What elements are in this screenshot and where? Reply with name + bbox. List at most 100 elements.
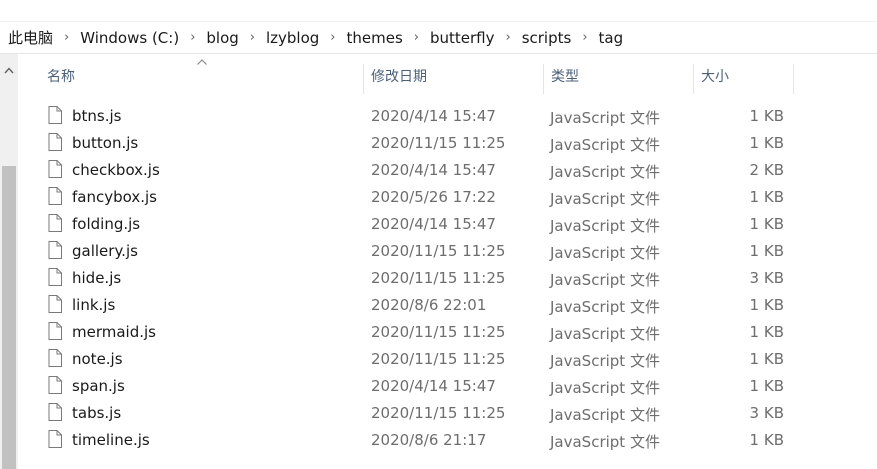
file-type: JavaScript 文件	[550, 244, 660, 262]
file-size: 1 KB	[749, 323, 784, 341]
file-row[interactable]: folding.js 2020/4/14 15:47 JavaScript 文件 1 …	[18, 211, 877, 238]
column-header-date-label: 修改日期	[371, 69, 427, 85]
file-row[interactable]: checkbox.js 2020/4/14 15:47 JavaScript 文件 2…	[18, 157, 877, 184]
column-divider[interactable]	[543, 64, 544, 94]
file-row[interactable]: span.js 2020/4/14 15:47 JavaScript 文件 1 KB	[18, 373, 877, 400]
file-name[interactable]: mermaid.js	[72, 323, 156, 341]
file-name[interactable]: checkbox.js	[72, 161, 160, 179]
file-name[interactable]: tabs.js	[72, 404, 121, 422]
chevron-right-icon[interactable]: ›	[497, 30, 520, 45]
column-header-type[interactable]: 类型	[551, 54, 579, 98]
column-divider[interactable]	[363, 64, 364, 94]
column-divider[interactable]	[693, 64, 694, 94]
file-name[interactable]: hide.js	[72, 269, 121, 287]
file-row[interactable]: tabs.js 2020/11/15 11:25 JavaScript 文件 3 KB	[18, 400, 877, 427]
scrollbar-thumb[interactable]	[2, 166, 16, 469]
file-row[interactable]: fancybox.js 2020/5/26 17:22 JavaScript 文件 1…	[18, 184, 877, 211]
column-header-size-label: 大小	[701, 69, 729, 85]
file-icon	[48, 214, 62, 232]
breadcrumb-item[interactable]: themes	[345, 29, 405, 47]
file-name[interactable]: folding.js	[72, 215, 140, 233]
file-type: JavaScript 文件	[550, 406, 660, 424]
file-row[interactable]: hide.js 2020/11/15 11:25 JavaScript 文件 3 KB	[18, 265, 877, 292]
file-size: 1 KB	[749, 188, 784, 206]
file-row[interactable]: note.js 2020/11/15 11:25 JavaScript 文件 1 KB	[18, 346, 877, 373]
file-date: 2020/11/15 11:25	[371, 350, 506, 368]
file-type: JavaScript 文件	[550, 433, 660, 451]
file-row[interactable]: button.js 2020/11/15 11:25 JavaScript 文件 1 …	[18, 130, 877, 157]
file-type: JavaScript 文件	[550, 136, 660, 154]
file-icon	[48, 349, 62, 367]
file-icon	[48, 295, 62, 313]
chevron-right-icon[interactable]: ›	[55, 30, 78, 45]
breadcrumb-item[interactable]: scripts	[520, 29, 574, 47]
breadcrumb-item[interactable]: 此电脑	[6, 27, 55, 48]
file-name[interactable]: button.js	[72, 134, 138, 152]
file-name[interactable]: btns.js	[72, 107, 121, 125]
column-header-name[interactable]: 名称	[47, 54, 75, 98]
column-header-date[interactable]: 修改日期	[371, 54, 427, 98]
file-date: 2020/11/15 11:25	[371, 404, 506, 422]
file-icon	[48, 322, 62, 340]
file-size: 1 KB	[749, 350, 784, 368]
file-size: 3 KB	[749, 404, 784, 422]
file-size: 1 KB	[749, 242, 784, 260]
file-type: JavaScript 文件	[550, 352, 660, 370]
file-size: 1 KB	[749, 377, 784, 395]
file-date: 2020/4/14 15:47	[371, 107, 496, 125]
file-type: JavaScript 文件	[550, 163, 660, 181]
column-divider[interactable]	[793, 64, 794, 94]
file-type: JavaScript 文件	[550, 217, 660, 235]
file-type: JavaScript 文件	[550, 379, 660, 397]
file-type: JavaScript 文件	[550, 190, 660, 208]
file-name[interactable]: span.js	[72, 377, 125, 395]
file-size: 1 KB	[749, 431, 784, 449]
breadcrumb-item[interactable]: Windows (C:)	[78, 29, 181, 47]
file-name[interactable]: timeline.js	[72, 431, 150, 449]
file-name[interactable]: link.js	[72, 296, 115, 314]
chevron-right-icon[interactable]: ›	[241, 30, 264, 45]
column-header-row: 名称 修改日期 类型 大小	[18, 54, 877, 98]
file-size: 1 KB	[749, 215, 784, 233]
file-size: 1 KB	[749, 296, 784, 314]
file-type: JavaScript 文件	[550, 298, 660, 316]
chevron-right-icon[interactable]: ›	[181, 30, 204, 45]
breadcrumb-item[interactable]: blog	[204, 29, 240, 47]
file-row[interactable]: timeline.js 2020/8/6 21:17 JavaScript 文件 1 …	[18, 427, 877, 454]
file-date: 2020/4/14 15:47	[371, 377, 496, 395]
breadcrumb-item[interactable]: lzyblog	[264, 29, 321, 47]
file-row[interactable]: btns.js 2020/4/14 15:47 JavaScript 文件 1 KB	[18, 103, 877, 130]
file-name[interactable]: gallery.js	[72, 242, 138, 260]
top-strip	[0, 0, 877, 22]
column-header-size[interactable]: 大小	[701, 54, 729, 98]
chevron-right-icon[interactable]: ›	[405, 30, 428, 45]
file-name[interactable]: note.js	[72, 350, 123, 368]
file-date: 2020/11/15 11:25	[371, 242, 506, 260]
sort-ascending-icon	[197, 59, 207, 65]
chevron-right-icon[interactable]: ›	[573, 30, 596, 45]
file-type: JavaScript 文件	[550, 109, 660, 127]
file-date: 2020/11/15 11:25	[371, 269, 506, 287]
chevron-right-icon[interactable]: ›	[321, 30, 344, 45]
file-icon	[48, 133, 62, 151]
file-list: btns.js 2020/4/14 15:47 JavaScript 文件 1 KB b…	[18, 103, 877, 454]
vertical-scrollbar[interactable]	[0, 54, 18, 469]
file-date: 2020/11/15 11:25	[371, 134, 506, 152]
file-icon	[48, 268, 62, 286]
file-type: JavaScript 文件	[550, 325, 660, 343]
file-row[interactable]: mermaid.js 2020/11/15 11:25 JavaScript 文件 1…	[18, 319, 877, 346]
file-icon	[48, 376, 62, 394]
column-header-type-label: 类型	[551, 69, 579, 85]
file-row[interactable]: gallery.js 2020/11/15 11:25 JavaScript 文件 1…	[18, 238, 877, 265]
file-size: 1 KB	[749, 107, 784, 125]
file-row[interactable]: link.js 2020/8/6 22:01 JavaScript 文件 1 KB	[18, 292, 877, 319]
file-name[interactable]: fancybox.js	[72, 188, 157, 206]
breadcrumb: 此电脑 › Windows (C:) › blog › lzyblog › themes › but…	[0, 22, 877, 54]
chevron-up-icon[interactable]	[0, 62, 18, 78]
file-icon	[48, 430, 62, 448]
breadcrumb-item[interactable]: tag	[597, 29, 626, 47]
file-icon	[48, 241, 62, 259]
file-type: JavaScript 文件	[550, 271, 660, 289]
file-date: 2020/4/14 15:47	[371, 215, 496, 233]
breadcrumb-item[interactable]: butterfly	[428, 29, 497, 47]
